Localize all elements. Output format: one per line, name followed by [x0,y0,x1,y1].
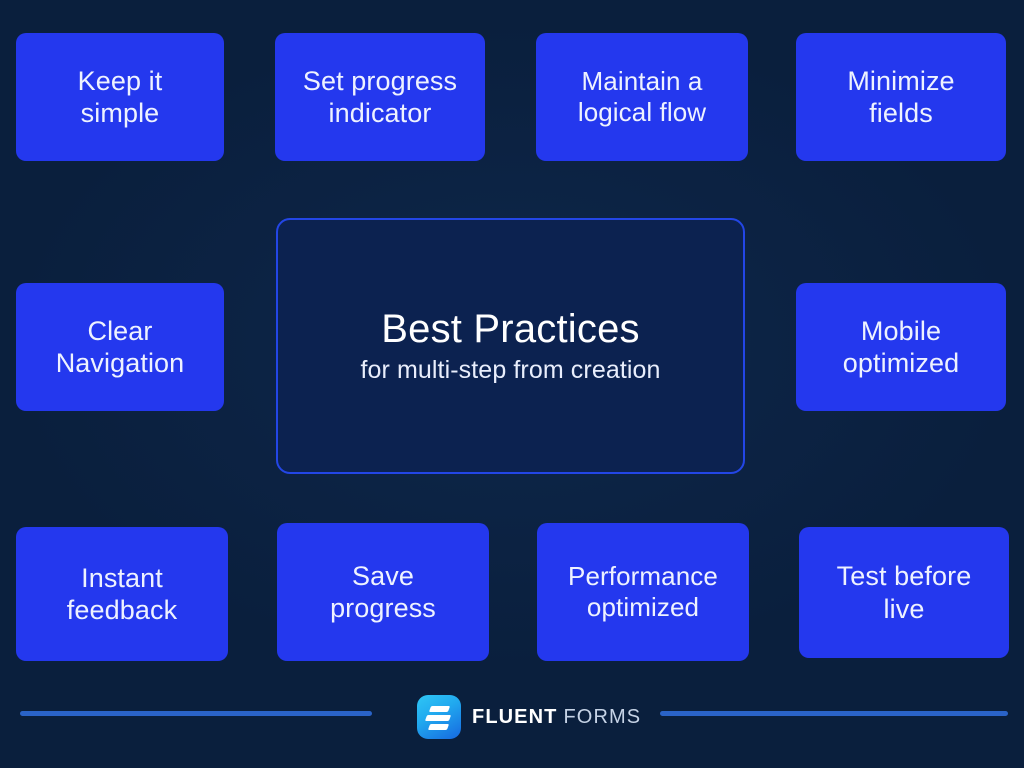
fluent-forms-logo-icon [417,695,461,739]
practice-card-label: Performance optimized [568,560,718,622]
practice-card-label: Set progress indicator [302,65,458,128]
page-title: Best Practices [381,307,640,351]
brand-lockup: FLUENT FORMS [417,692,641,742]
logo-bar-bottom [427,724,450,730]
logo-bar-top [428,706,451,712]
practice-card-label: Keep it simple [77,65,163,128]
infographic-stage: Keep it simple Set progress indicator Ma… [0,0,1024,768]
practice-card-minimize-fields[interactable]: Minimize fields [796,33,1006,161]
practice-card-label: Save progress [330,560,436,623]
practice-card-instant-feedback[interactable]: Instant feedback [16,527,228,661]
footer-divider-left [20,711,372,716]
practice-card-label: Instant feedback [66,562,178,625]
brand-wordmark: FLUENT FORMS [472,706,641,729]
practice-card-mobile-optimized[interactable]: Mobile optimized [796,283,1006,411]
footer: FLUENT FORMS [0,692,1024,742]
logo-bar-middle [424,715,452,721]
practice-card-label: Test before live [836,561,972,624]
brand-name-primary: FLUENT [472,705,558,728]
practice-card-performance-optimized[interactable]: Performance optimized [537,523,749,661]
practice-card-label: Clear Navigation [55,315,185,378]
footer-divider-right [660,711,1008,716]
best-practices-feature-card: Best Practices for multi-step from creat… [276,218,745,474]
page-subtitle: for multi-step from creation [360,356,661,384]
brand-name-secondary: FORMS [563,705,642,728]
practice-card-save-progress[interactable]: Save progress [277,523,489,661]
practice-card-label: Minimize fields [847,65,955,128]
practice-card-keep-it-simple[interactable]: Keep it simple [16,33,224,161]
practice-card-label: Maintain a logical flow [577,65,707,127]
practice-card-maintain-a-logical-flow[interactable]: Maintain a logical flow [536,33,748,161]
practice-card-label: Mobile optimized [842,315,960,378]
practice-card-clear-navigation[interactable]: Clear Navigation [16,283,224,411]
practice-card-test-before-live[interactable]: Test before live [799,527,1009,658]
practice-card-set-progress-indicator[interactable]: Set progress indicator [275,33,485,161]
